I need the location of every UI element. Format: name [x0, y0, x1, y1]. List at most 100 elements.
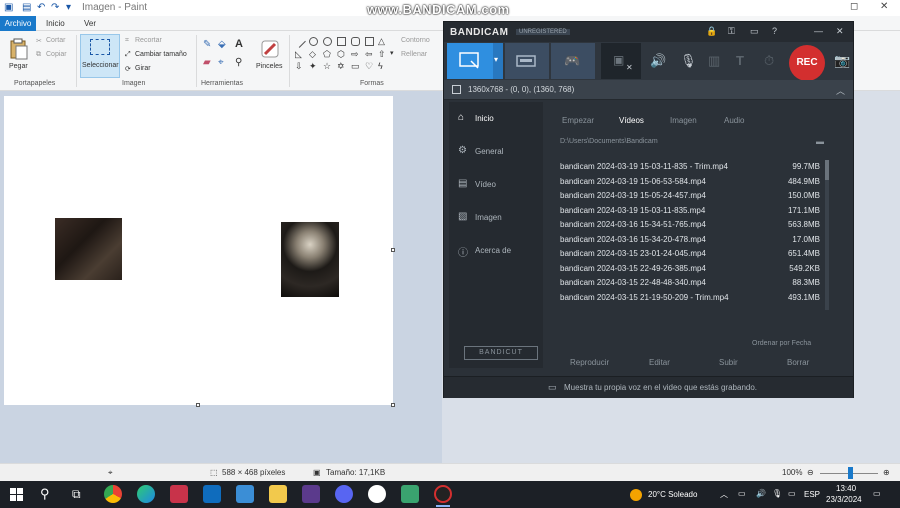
volume-icon[interactable]: 🔊: [756, 489, 766, 498]
text-icon[interactable]: A: [235, 38, 243, 50]
list-item[interactable]: bandicam 2024-03-19 15-03-11-835 - Trim.…: [560, 160, 820, 174]
play-button[interactable]: Reproducir: [570, 358, 609, 367]
app-icon[interactable]: [170, 485, 188, 503]
tab-view[interactable]: Ver: [84, 16, 96, 31]
tab-audio[interactable]: Audio: [724, 116, 744, 125]
minimize-icon[interactable]: —: [814, 26, 823, 36]
list-item[interactable]: bandicam 2024-03-19 15-05-24-457.mp4 150.…: [560, 189, 820, 203]
zoom-in-icon[interactable]: ⊕: [883, 468, 890, 477]
photos-icon[interactable]: [236, 485, 254, 503]
upload-button[interactable]: Subir: [719, 358, 738, 367]
lock-icon[interactable]: 🔒: [706, 26, 717, 37]
camera-icon[interactable]: 📷: [834, 53, 850, 69]
canvas-resize-handle-corner[interactable]: [391, 403, 395, 407]
resize-button[interactable]: Cambiar tamaño: [135, 51, 187, 58]
webcam-off-button[interactable]: ▣ ✕: [601, 43, 641, 79]
chrome-icon[interactable]: [104, 485, 122, 503]
zoom-slider-thumb[interactable]: [848, 467, 853, 479]
left-arrow-shape-icon[interactable]: ⇦: [365, 49, 373, 60]
edit-button[interactable]: Editar: [649, 358, 670, 367]
microphone-icon[interactable]: 🎙: [680, 53, 697, 69]
oval-shape-icon[interactable]: [323, 37, 332, 46]
collapse-icon[interactable]: ︿: [836, 84, 845, 97]
curve-shape-icon[interactable]: [309, 37, 318, 46]
rec-button[interactable]: REC: [789, 45, 825, 81]
list-item[interactable]: bandicam 2024-03-15 23-01-24-045.mp4 651.…: [560, 247, 820, 261]
file-list-scrollbar-thumb[interactable]: [825, 160, 829, 180]
sidebar-item-home[interactable]: ⌂ Inicio: [449, 104, 543, 134]
save-icon[interactable]: ▤: [22, 2, 31, 13]
file-list-scrollbar[interactable]: [825, 160, 829, 310]
five-point-star-shape-icon[interactable]: ☆: [323, 61, 331, 72]
pentagon-shape-icon[interactable]: ⬠: [323, 49, 331, 60]
key-icon[interactable]: ⚿: [728, 26, 735, 37]
speaker-icon[interactable]: 🔊: [650, 53, 666, 69]
sort-by-date-button[interactable]: Ordenar por Fecha: [752, 340, 811, 347]
bandicut-button[interactable]: BANDICUT: [464, 346, 538, 360]
fill-button[interactable]: Rellenar: [401, 51, 427, 58]
task-view-icon[interactable]: ⧉: [72, 487, 81, 502]
select-button[interactable]: Seleccionar: [80, 34, 120, 78]
close-icon[interactable]: ✕: [880, 1, 888, 12]
list-item[interactable]: bandicam 2024-03-15 21-19-50-209 - Trim.…: [560, 291, 820, 305]
sidebar-item-about[interactable]: ⓘ Acerca de: [449, 236, 543, 266]
microphone-icon[interactable]: 🎙: [772, 489, 782, 498]
canvas-resize-handle-bottom[interactable]: [196, 403, 200, 407]
four-point-star-shape-icon[interactable]: ✦: [309, 61, 317, 72]
sidebar-item-image[interactable]: ▧ Imagen: [449, 203, 543, 233]
lightning-shape-icon[interactable]: ϟ: [378, 61, 383, 71]
redo-icon[interactable]: ↷: [51, 2, 59, 13]
tab-videos[interactable]: Vídeos: [619, 116, 644, 125]
help-icon[interactable]: ?: [772, 26, 777, 36]
list-item[interactable]: bandicam 2024-03-19 15-03-11-835.mp4 171.…: [560, 204, 820, 218]
folder-icon[interactable]: ▭: [750, 26, 759, 37]
tab-start[interactable]: Empezar: [562, 116, 594, 125]
media-player-icon[interactable]: [368, 485, 386, 503]
weather-text[interactable]: 20°C Soleado: [648, 490, 697, 499]
line-shape-icon[interactable]: [293, 35, 306, 48]
six-point-star-shape-icon[interactable]: ✡: [337, 61, 345, 72]
folder-open-icon[interactable]: ▬: [816, 137, 824, 146]
paint-icon[interactable]: [401, 485, 419, 503]
outline-button[interactable]: Contorno: [401, 37, 430, 44]
canvas-resize-handle-right[interactable]: [391, 248, 395, 252]
brushes-button[interactable]: Pinceles: [253, 34, 287, 78]
magnifier-icon[interactable]: ⚲: [235, 57, 242, 68]
language-indicator[interactable]: ESP: [804, 490, 820, 499]
callout-shape-icon[interactable]: ▭: [351, 61, 360, 72]
maximize-icon[interactable]: ◻: [850, 1, 858, 12]
paste-button[interactable]: Pegar: [5, 34, 31, 78]
fill-icon[interactable]: ⬙: [218, 39, 226, 50]
rounded-rectangle-shape-icon[interactable]: [351, 37, 360, 46]
delete-button[interactable]: Borrar: [787, 358, 809, 367]
customize-quick-access-icon[interactable]: ▾: [66, 2, 71, 13]
list-item[interactable]: bandicam 2024-03-16 15-34-20-478.mp4 17.0…: [560, 233, 820, 247]
timer-icon[interactable]: ⏱: [764, 53, 774, 69]
list-item[interactable]: bandicam 2024-03-15 22-48-48-340.mp4 88.3…: [560, 276, 820, 290]
up-arrow-shape-icon[interactable]: ⇧: [378, 49, 386, 60]
mail-icon[interactable]: [203, 485, 221, 503]
sidebar-item-video[interactable]: ▤ Vídeo: [449, 170, 543, 200]
screen-mode-button[interactable]: [447, 43, 493, 79]
file-menu[interactable]: Archivo: [0, 16, 36, 31]
text-overlay-icon[interactable]: T: [736, 53, 744, 68]
show-hidden-icons-icon[interactable]: ︿: [720, 489, 728, 500]
game-mode-button[interactable]: 🎮: [551, 43, 595, 79]
list-item[interactable]: bandicam 2024-03-19 15-06-53-584.mp4 484.…: [560, 175, 820, 189]
sun-icon[interactable]: [630, 489, 642, 501]
tab-home[interactable]: Inicio: [46, 16, 65, 31]
crop-button[interactable]: Recortar: [135, 37, 162, 44]
clock-time[interactable]: 13:40: [836, 484, 856, 493]
list-item[interactable]: bandicam 2024-03-15 22-49-26-385.mp4 549.…: [560, 262, 820, 276]
list-item[interactable]: bandicam 2024-03-16 15-34-51-765.mp4 563.…: [560, 218, 820, 232]
heart-shape-icon[interactable]: ♡: [365, 61, 373, 72]
file-explorer-icon[interactable]: [269, 485, 287, 503]
sidebar-item-general[interactable]: ⚙ General: [449, 137, 543, 167]
triangle-shape-icon[interactable]: △: [378, 36, 385, 47]
undo-icon[interactable]: ↶: [37, 2, 45, 13]
bandicam-taskbar-icon[interactable]: [434, 485, 452, 503]
pause-icon[interactable]: ▥: [708, 53, 720, 69]
down-arrow-shape-icon[interactable]: ⇩: [295, 61, 303, 72]
eraser-icon[interactable]: ▰: [203, 57, 211, 68]
rotate-button[interactable]: Girar: [135, 65, 151, 72]
